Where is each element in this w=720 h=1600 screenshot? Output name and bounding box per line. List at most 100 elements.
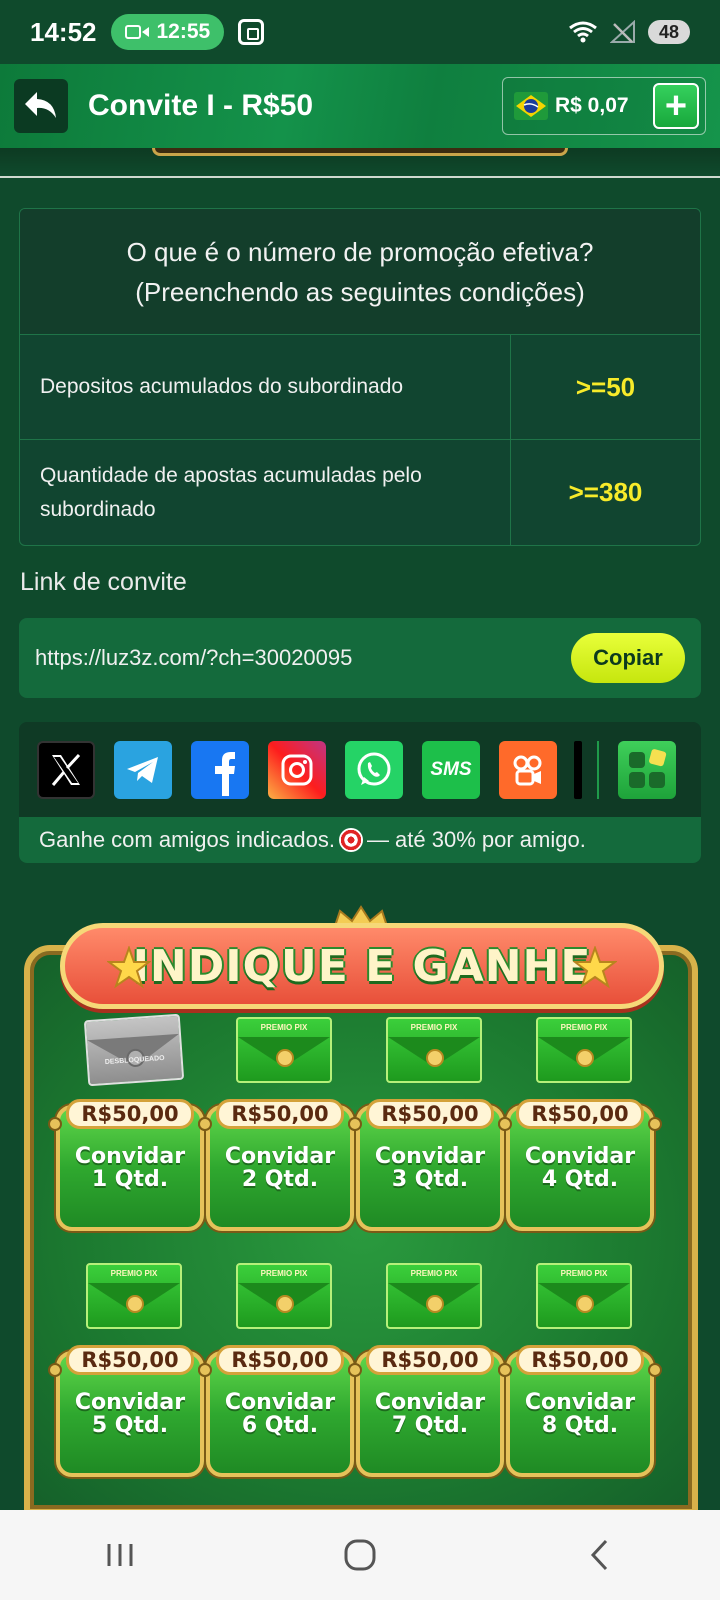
tile-knob <box>48 1363 62 1377</box>
brazil-flag-icon <box>514 92 548 120</box>
system-nav-bar <box>0 1510 720 1600</box>
balance-value: R$ 0,07 <box>555 94 629 117</box>
rules-question-line2: (Preenchendo as seguintes condições) <box>135 276 585 307</box>
tile-qty: 4 Qtd. <box>541 1167 619 1192</box>
tile-price: R$50,00 <box>516 1345 644 1375</box>
rules-table: O que é o número de promoção efetiva? (P… <box>19 208 701 546</box>
rules-question-line1: O que é o número de promoção efetiva? <box>126 236 594 267</box>
recent-apps-button[interactable] <box>90 1525 150 1585</box>
tile-action: Convidar 1 Qtd. <box>56 1145 204 1191</box>
apps-icon[interactable] <box>618 740 676 799</box>
instagram-icon[interactable] <box>268 740 326 799</box>
tile-price: R$50,00 <box>66 1345 194 1375</box>
tiktok-icon[interactable] <box>574 740 582 799</box>
back-button[interactable] <box>14 79 68 133</box>
envelope-label: PREMIO PIX <box>260 1023 308 1032</box>
reward-tile[interactable]: PREMIO PIX R$50,00 Convidar 5 Qtd. <box>48 1263 212 1487</box>
envelope-icon: PREMIO PIX <box>86 1263 182 1329</box>
recording-time: 12:55 <box>156 20 211 43</box>
envelope-label: PREMIO PIX <box>110 1269 158 1278</box>
reward-tile[interactable]: PREMIO PIX R$50,00 Convidar 7 Qtd. <box>348 1263 512 1487</box>
app-header: Convite I - R$50 R$ 0,07 + <box>0 64 720 148</box>
rules-value: >=50 <box>575 371 636 402</box>
invite-link-box: https://luz3z.com/?ch=30020095 Copiar <box>19 618 701 698</box>
envelope-label: PREMIO PIX <box>560 1269 608 1278</box>
invite-link-label: Link de convite <box>20 568 187 596</box>
envelope-label: PREMIO PIX <box>560 1023 608 1032</box>
reward-tile[interactable]: PREMIO PIX R$50,00 Convidar 4 Qtd. <box>498 1017 662 1241</box>
invite-link-text[interactable]: https://luz3z.com/?ch=30020095 <box>35 645 352 671</box>
sms-label: SMS <box>430 758 472 780</box>
envelope-icon: PREMIO PIX <box>386 1017 482 1083</box>
rules-row: Depositos acumulados do subordinado >=50 <box>20 335 700 440</box>
tile-action: Convidar 6 Qtd. <box>206 1391 354 1437</box>
envelope-icon: PREMIO PIX <box>236 1263 332 1329</box>
signal-icon <box>610 20 635 43</box>
back-nav-button[interactable] <box>570 1525 630 1585</box>
whatsapp-icon[interactable] <box>345 740 403 799</box>
tile-action: Convidar 8 Qtd. <box>506 1391 654 1437</box>
star-icon <box>573 946 617 989</box>
back-arrow-icon <box>25 92 56 118</box>
video-camera-icon <box>124 24 149 40</box>
target-icon <box>338 828 363 852</box>
tile-qty: 2 Qtd. <box>241 1167 319 1192</box>
facebook-icon[interactable] <box>191 740 249 799</box>
tile-price: R$50,00 <box>216 1345 344 1375</box>
rules-label: Depositos acumulados do subordinado <box>20 335 511 439</box>
rules-label: Quantidade de apostas acumuladas pelo su… <box>20 440 511 545</box>
sms-icon[interactable]: SMS <box>422 740 480 799</box>
tile-knob <box>348 1117 362 1131</box>
reward-tile[interactable]: PREMIO PIX R$50,00 Convidar 3 Qtd. <box>348 1017 512 1241</box>
tile-knob <box>498 1117 512 1131</box>
tile-qty: 6 Qtd. <box>241 1413 319 1438</box>
status-bar: 14:52 12:55 48 <box>0 0 720 64</box>
home-button[interactable] <box>330 1525 390 1585</box>
tile-knob <box>498 1363 512 1377</box>
tile-price: R$50,00 <box>66 1099 194 1129</box>
tile-action-label: Convidar <box>224 1390 336 1415</box>
reward-tile[interactable]: PREMIO PIX R$50,00 Convidar 8 Qtd. <box>498 1263 662 1487</box>
tile-knob <box>648 1363 662 1377</box>
share-icons-row[interactable]: SMS <box>19 722 701 817</box>
tile-action-label: Convidar <box>524 1390 636 1415</box>
kwai-icon[interactable] <box>499 740 557 799</box>
envelope-icon: PREMIO PIX <box>536 1263 632 1329</box>
star-icon <box>107 946 151 989</box>
x-icon[interactable] <box>37 740 95 799</box>
telegram-icon[interactable] <box>114 740 172 799</box>
tile-action-label: Convidar <box>74 1144 186 1169</box>
tile-action: Convidar 7 Qtd. <box>356 1391 504 1437</box>
envelope-label: PREMIO PIX <box>410 1269 458 1278</box>
share-caption-text: Ganhe com amigos indicados. <box>39 827 335 852</box>
balance-box[interactable]: R$ 0,07 + <box>502 77 706 135</box>
tile-qty: 3 Qtd. <box>391 1167 469 1192</box>
share-panel: SMS Ganhe com amigos indicados. — até 30… <box>19 722 701 863</box>
copy-button[interactable]: Copiar <box>571 633 685 683</box>
battery-indicator: 48 <box>648 20 690 44</box>
tile-price: R$50,00 <box>516 1099 644 1129</box>
tile-action-label: Convidar <box>374 1390 486 1415</box>
envelope-icon: PREMIO PIX <box>536 1017 632 1083</box>
reward-tile[interactable]: DESBLOQUEADO R$50,00 Convidar 1 Qtd. <box>48 1013 212 1241</box>
wifi-icon <box>569 21 597 43</box>
back-chevron-icon <box>590 1539 608 1571</box>
screen-recording-pill[interactable]: 12:55 <box>110 14 225 50</box>
banner-strip <box>0 148 720 178</box>
tile-action-label: Convidar <box>224 1144 336 1169</box>
envelope-label: PREMIO PIX <box>260 1269 308 1278</box>
tile-qty: 8 Qtd. <box>541 1413 619 1438</box>
tile-action: Convidar 4 Qtd. <box>506 1145 654 1191</box>
tile-action-label: Convidar <box>74 1390 186 1415</box>
add-funds-button[interactable]: + <box>653 83 699 129</box>
tile-knob <box>348 1363 362 1377</box>
tile-knob <box>648 1117 662 1131</box>
promo-board: INDIQUE E GANHE DESBLOQUEADO R$50,00 Con… <box>20 905 702 1515</box>
tile-knob <box>48 1117 62 1131</box>
home-icon <box>344 1539 376 1571</box>
tile-knob <box>198 1117 212 1131</box>
reward-tile[interactable]: PREMIO PIX R$50,00 Convidar 2 Qtd. <box>198 1017 362 1241</box>
share-caption: Ganhe com amigos indicados. — até 30% po… <box>19 817 701 863</box>
tile-qty: 1 Qtd. <box>91 1167 169 1192</box>
reward-tile[interactable]: PREMIO PIX R$50,00 Convidar 6 Qtd. <box>198 1263 362 1487</box>
